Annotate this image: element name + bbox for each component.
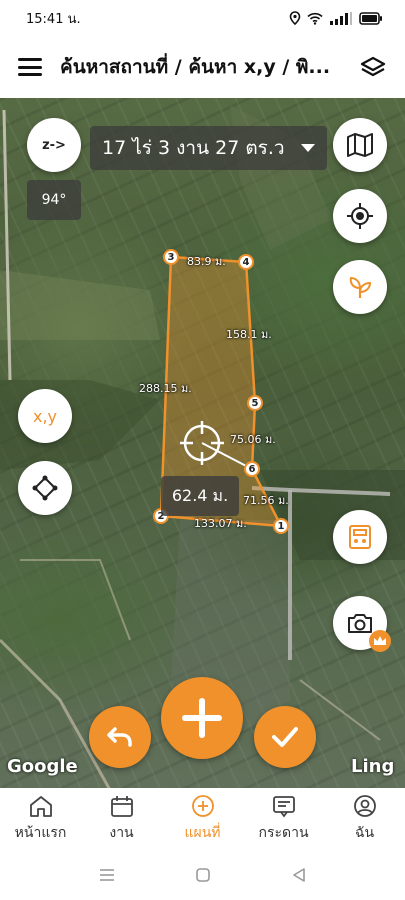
add-point-button[interactable] (161, 677, 243, 759)
crown-icon (369, 630, 391, 652)
nav-me[interactable]: ฉัน (324, 788, 405, 850)
home-button-icon[interactable] (195, 867, 211, 883)
check-icon (272, 727, 298, 747)
nav-label: ฉัน (354, 825, 375, 841)
signal-icon (330, 11, 352, 25)
menu-icon[interactable] (18, 58, 42, 76)
vertex-marker[interactable]: 5 (247, 395, 263, 411)
nav-home[interactable]: หน้าแรก (0, 788, 81, 850)
layers-icon[interactable] (359, 55, 387, 79)
battery-icon (359, 11, 382, 25)
xy-button[interactable]: x,y (18, 389, 72, 443)
road (20, 559, 131, 641)
xy-label: x,y (32, 406, 58, 426)
nav-label: งาน (109, 825, 134, 841)
area-summary[interactable]: 17 ไร่ 3 งาน 27 ตร.ว (90, 126, 327, 170)
vertex-marker[interactable]: 6 (244, 461, 260, 477)
status-bar: 15:41 น. (0, 0, 405, 36)
nav-map[interactable]: แผนที่ (162, 788, 243, 850)
screen: 15:41 น. ค้นหาสถานที่ / ค้นหา x,y / พิ..… (0, 0, 405, 900)
compass-button[interactable]: z-> (27, 118, 81, 172)
bottom-nav: หน้าแรก งาน แผนที่ กระดาน ฉัน (0, 788, 405, 850)
map-view[interactable]: 83.9 ม. 158.1 ม. 288.15 ม. 75.06 ม. 71.5… (0, 98, 405, 788)
segment-label: 75.06 ม. (230, 433, 276, 446)
status-icons (289, 11, 383, 25)
wifi-icon (307, 12, 323, 25)
nav-work[interactable]: งาน (81, 788, 162, 850)
report-button[interactable] (333, 510, 387, 564)
light-field (0, 270, 160, 340)
nav-label: หน้าแรก (14, 825, 67, 841)
vertex-marker[interactable]: 1 (273, 518, 289, 534)
plant-button[interactable] (333, 260, 387, 314)
undo-icon (107, 727, 132, 747)
vertex-tool-button[interactable] (18, 461, 72, 515)
segment-label: 133.07 ม. (194, 517, 247, 530)
heading-badge: 94° (27, 180, 81, 220)
calendar-icon (110, 796, 133, 817)
confirm-button[interactable] (254, 706, 316, 768)
segment-label: 158.1 ม. (226, 328, 272, 341)
nav-label: กระดาน (258, 825, 309, 841)
recent-apps-icon[interactable] (99, 868, 115, 882)
my-location-button[interactable] (333, 189, 387, 243)
document-icon (349, 525, 371, 549)
page-title: ค้นหาสถานที่ / ค้นหา x,y / พิ... (60, 56, 331, 78)
segment-label: 288.15 ม. (139, 382, 192, 395)
nav-board[interactable]: กระดาน (243, 788, 324, 850)
board-icon (272, 796, 295, 818)
undo-button[interactable] (89, 706, 151, 768)
chevron-down-icon (300, 144, 315, 152)
user-icon (353, 795, 376, 817)
app-bar: ค้นหาสถานที่ / ค้นหา x,y / พิ... (0, 36, 405, 98)
heading-value: 94° (41, 192, 67, 208)
polygon-edit-icon (32, 475, 58, 501)
distance-value: 62.4 ม. (171, 485, 229, 505)
plus-icon (182, 698, 222, 738)
back-icon[interactable] (291, 867, 307, 883)
camera-button[interactable] (333, 596, 391, 652)
compass-label: z-> (42, 137, 66, 153)
plus-circle-icon (191, 795, 214, 817)
segment-label: 83.9 ม. (187, 255, 226, 268)
vertex-marker[interactable]: 3 (163, 249, 179, 265)
distance-badge: 62.4 ม. (161, 476, 239, 516)
status-time: 15:41 น. (26, 11, 81, 27)
ling-logo: Ling (351, 756, 395, 777)
segment-label: 71.56 ม. (243, 494, 289, 507)
map-icon (347, 133, 373, 157)
location-icon (289, 11, 301, 25)
camera-icon (348, 614, 372, 633)
nav-label: แผนที่ (184, 825, 221, 841)
system-nav (0, 850, 405, 900)
plant-icon (349, 276, 372, 298)
area-text: 17 ไร่ 3 งาน 27 ตร.ว (102, 137, 285, 159)
google-logo: Google (7, 756, 78, 777)
map-type-button[interactable] (333, 118, 387, 172)
gps-target-icon (347, 203, 373, 229)
vertex-marker[interactable]: 4 (238, 254, 254, 270)
home-icon (29, 796, 52, 817)
